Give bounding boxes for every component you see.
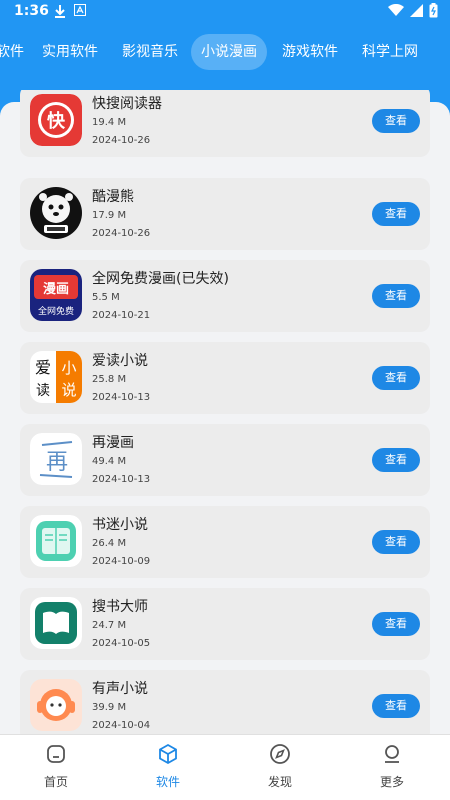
bottom-nav: 首页 软件 发现 更多 bbox=[0, 734, 450, 800]
nav-discover[interactable]: 发现 bbox=[240, 743, 320, 790]
app-name: 快搜阅读器 bbox=[92, 96, 162, 112]
nav-label: 首页 bbox=[43, 775, 68, 789]
app-date: 2024-10-09 bbox=[92, 556, 151, 567]
svg-text:全网免费: 全网免费 bbox=[38, 305, 74, 317]
app-date: 2024-10-13 bbox=[92, 474, 151, 485]
svg-text:再: 再 bbox=[46, 450, 68, 475]
view-button[interactable]: 查看 bbox=[372, 694, 420, 718]
app-size: 49.4 M bbox=[92, 456, 127, 467]
tab-game-software[interactable]: 游戏软件 bbox=[272, 34, 348, 70]
app-size: 19.4 M bbox=[92, 117, 127, 128]
tab-vpn[interactable]: 科学上网 bbox=[352, 34, 428, 70]
nav-label: 软件 bbox=[155, 775, 180, 789]
battery-icon bbox=[429, 3, 438, 22]
app-date: 2024-10-21 bbox=[92, 310, 151, 321]
view-button[interactable]: 查看 bbox=[372, 202, 420, 226]
app-name: 爱读小说 bbox=[92, 353, 148, 369]
app-list[interactable]: 快 快搜阅读器 19.4 M 2024-10-26 查看 酷漫熊 17.9 M … bbox=[0, 90, 450, 734]
nav-label: 发现 bbox=[267, 775, 292, 789]
svg-text:爱: 爱 bbox=[35, 358, 51, 377]
status-time: 1:36 bbox=[14, 3, 49, 19]
app-date: 2024-10-13 bbox=[92, 392, 151, 403]
app-name: 书迷小说 bbox=[92, 517, 148, 533]
list-item[interactable]: 爱 读 小 说 爱读小说 25.8 M 2024-10-13 查看 bbox=[20, 342, 430, 414]
svg-text:小: 小 bbox=[61, 359, 76, 377]
aidu-xiaoshuo-icon: 爱 读 小 说 bbox=[30, 351, 82, 403]
app-name: 搜书大师 bbox=[92, 599, 148, 615]
notification-a-icon bbox=[74, 4, 86, 20]
user-icon bbox=[381, 743, 403, 765]
app-name: 酷漫熊 bbox=[92, 189, 134, 205]
view-button[interactable]: 查看 bbox=[372, 448, 420, 472]
list-item[interactable]: 书迷小说 26.4 M 2024-10-09 查看 bbox=[20, 506, 430, 578]
app-size: 5.5 M bbox=[92, 292, 120, 303]
category-tabs: 软件 实用软件 影视音乐 小说漫画 游戏软件 科学上网 bbox=[0, 34, 450, 70]
list-item[interactable]: 漫画 全网免费 全网免费漫画(已失效) 5.5 M 2024-10-21 查看 bbox=[20, 260, 430, 332]
app-name: 有声小说 bbox=[92, 681, 148, 697]
app-date: 2024-10-26 bbox=[92, 135, 151, 146]
tab-video-music[interactable]: 影视音乐 bbox=[112, 34, 188, 70]
tab-utility-software[interactable]: 实用软件 bbox=[32, 34, 108, 70]
soushu-dashi-icon bbox=[30, 597, 82, 649]
tab-software[interactable]: 软件 bbox=[0, 34, 34, 70]
app-size: 26.4 M bbox=[92, 538, 127, 549]
kumanxiong-icon bbox=[30, 187, 82, 239]
nav-label: 更多 bbox=[379, 775, 404, 789]
svg-text:漫画: 漫画 bbox=[43, 281, 69, 297]
svg-text:读: 读 bbox=[36, 382, 50, 399]
app-name: 再漫画 bbox=[92, 435, 134, 451]
list-item[interactable]: 酷漫熊 17.9 M 2024-10-26 查看 bbox=[20, 178, 430, 250]
box-icon bbox=[157, 743, 179, 765]
view-button[interactable]: 查看 bbox=[372, 612, 420, 636]
list-item[interactable]: 快 快搜阅读器 19.4 M 2024-10-26 查看 bbox=[20, 90, 430, 157]
view-button[interactable]: 查看 bbox=[372, 366, 420, 390]
list-item[interactable]: 再 再漫画 49.4 M 2024-10-13 查看 bbox=[20, 424, 430, 496]
app-size: 39.9 M bbox=[92, 702, 127, 713]
nav-software[interactable]: 软件 bbox=[128, 743, 208, 790]
nav-home[interactable]: 首页 bbox=[16, 743, 96, 790]
view-button[interactable]: 查看 bbox=[372, 530, 420, 554]
wifi-icon bbox=[388, 3, 404, 21]
quanwang-manhua-icon: 漫画 全网免费 bbox=[30, 269, 82, 321]
yousheng-xiaoshuo-icon bbox=[30, 679, 82, 731]
view-button[interactable]: 查看 bbox=[372, 109, 420, 133]
kuaisou-icon: 快 bbox=[30, 94, 82, 146]
zai-manhua-icon: 再 bbox=[30, 433, 82, 485]
status-bar: 1:36 bbox=[0, 0, 450, 24]
list-item[interactable]: 有声小说 39.9 M 2024-10-04 查看 bbox=[20, 670, 430, 734]
app-date: 2024-10-04 bbox=[92, 720, 151, 731]
view-button[interactable]: 查看 bbox=[372, 284, 420, 308]
svg-text:快: 快 bbox=[47, 110, 66, 132]
nav-more[interactable]: 更多 bbox=[352, 743, 432, 790]
app-date: 2024-10-26 bbox=[92, 228, 151, 239]
app-size: 17.9 M bbox=[92, 210, 127, 221]
shumi-xiaoshuo-icon bbox=[30, 515, 82, 567]
signal-icon bbox=[410, 4, 423, 21]
list-item[interactable]: 搜书大师 24.7 M 2024-10-05 查看 bbox=[20, 588, 430, 660]
app-date: 2024-10-05 bbox=[92, 638, 151, 649]
download-icon bbox=[54, 4, 66, 22]
compass-icon bbox=[269, 743, 291, 765]
tab-novel-comic[interactable]: 小说漫画 bbox=[191, 34, 267, 70]
app-size: 24.7 M bbox=[92, 620, 127, 631]
app-name: 全网免费漫画(已失效) bbox=[92, 271, 229, 287]
home-icon bbox=[45, 743, 67, 765]
svg-text:说: 说 bbox=[61, 381, 76, 399]
app-size: 25.8 M bbox=[92, 374, 127, 385]
